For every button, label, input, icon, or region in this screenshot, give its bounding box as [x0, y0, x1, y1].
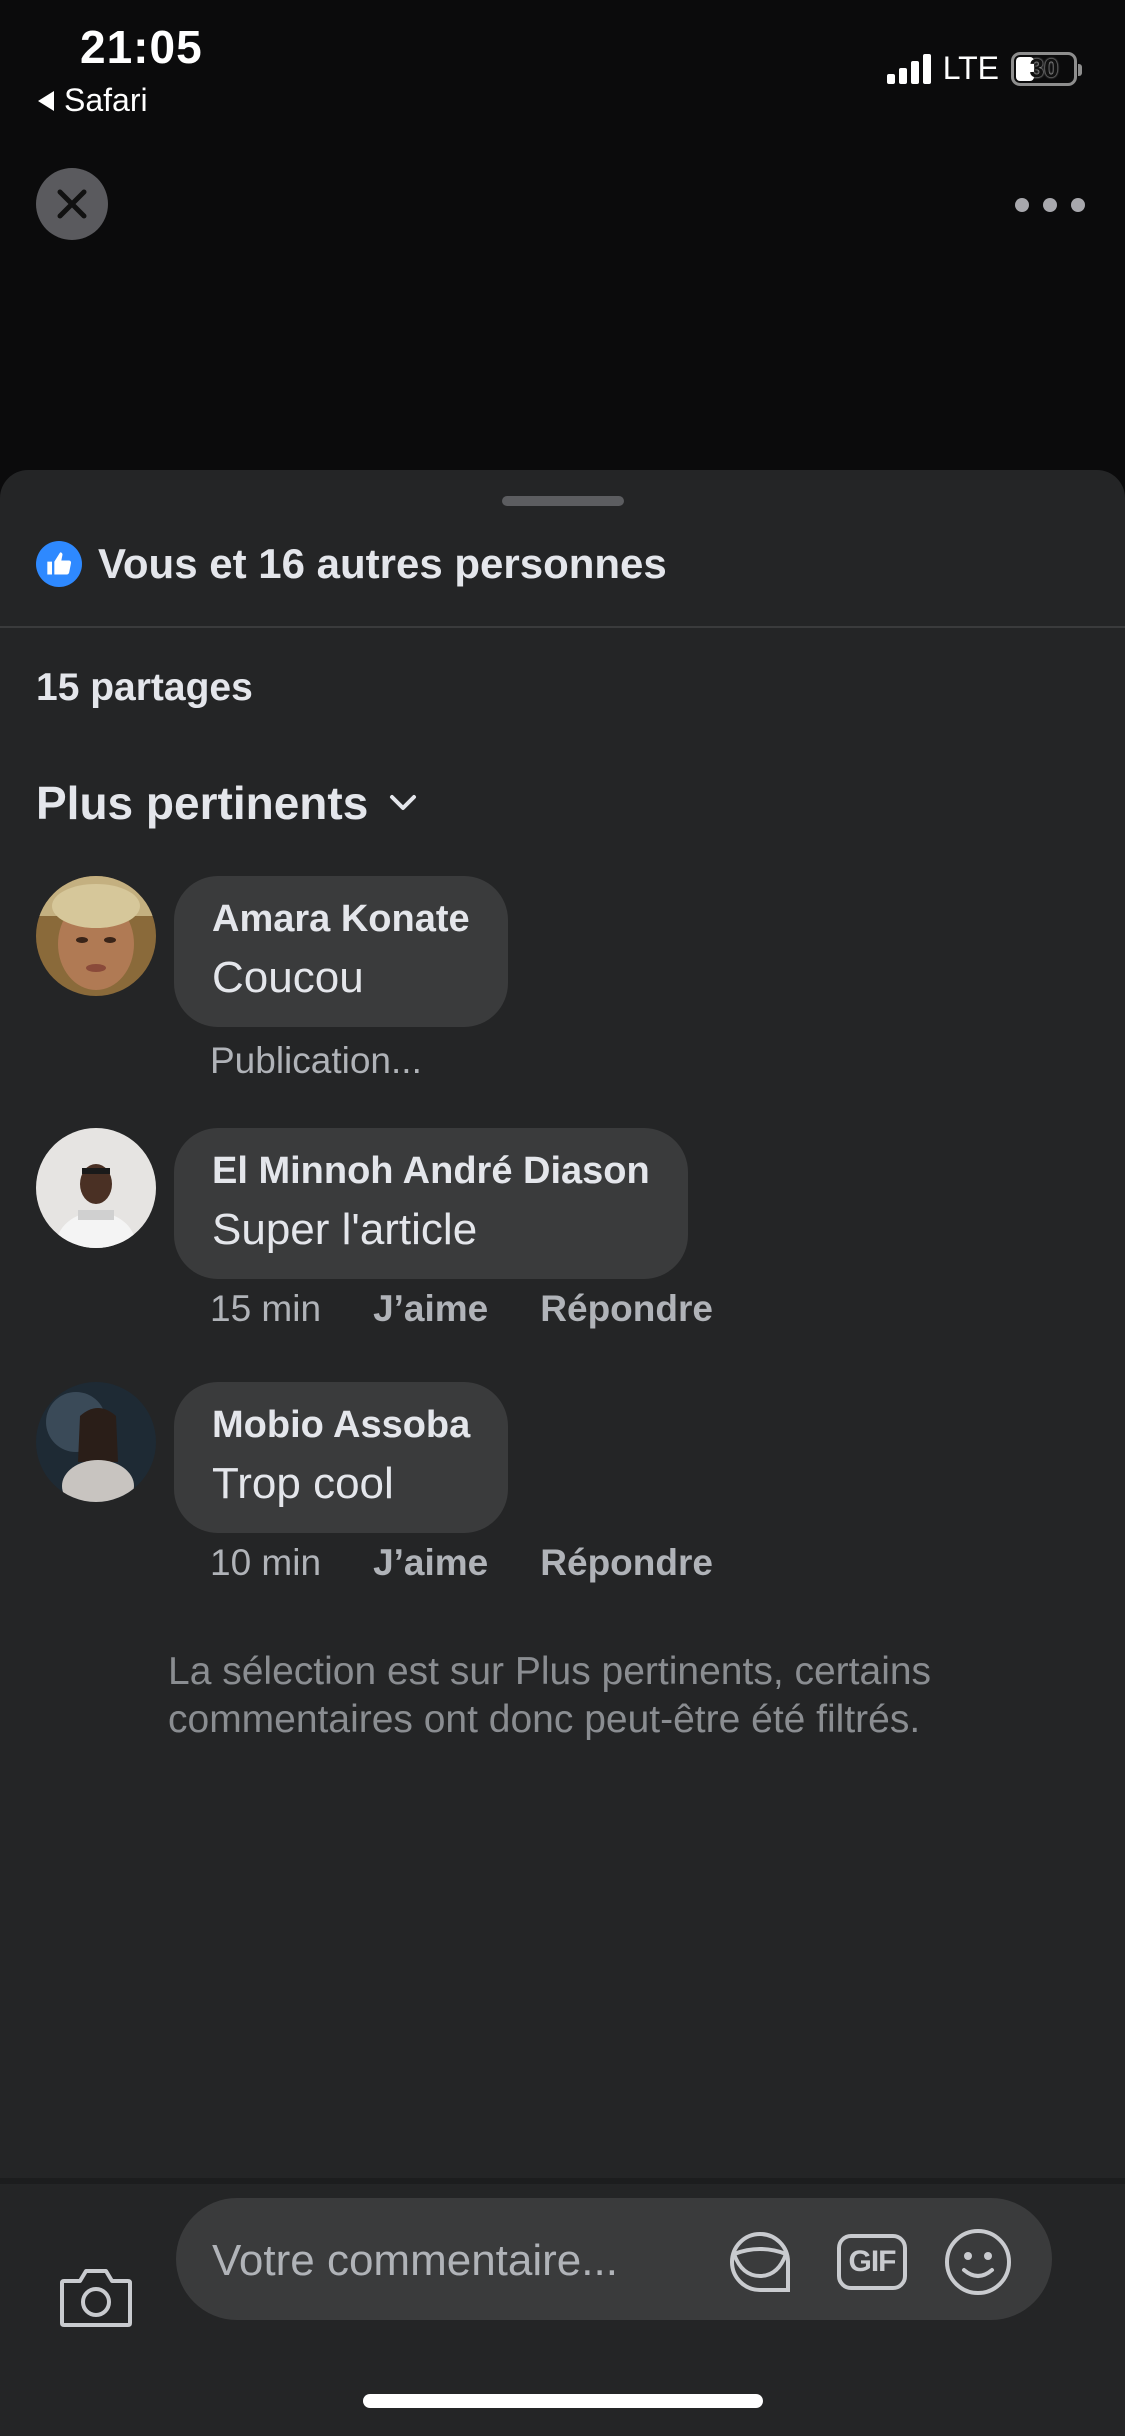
chevron-down-icon: [390, 795, 417, 810]
comment-bubble[interactable]: Mobio Assoba Trop cool: [174, 1382, 509, 1533]
sticker-icon: [729, 2232, 790, 2292]
reply-button[interactable]: Répondre: [540, 1542, 713, 1584]
reactions-summary[interactable]: Vous et 16 autres personnes: [36, 540, 667, 588]
comment-text: Coucou: [212, 953, 364, 1002]
more-horizontal-icon: [1015, 198, 1029, 212]
divider: [0, 626, 1125, 628]
sticker-button[interactable]: [722, 2224, 798, 2300]
comment-input[interactable]: Votre commentaire... GIF: [176, 2198, 1052, 2320]
back-to-safari-link[interactable]: Safari: [38, 82, 148, 119]
comment-placeholder: Votre commentaire...: [212, 2236, 618, 2285]
status-time: 21:05: [80, 21, 203, 73]
camera-button[interactable]: [56, 2258, 136, 2338]
like-icon: [36, 541, 82, 587]
comments-sheet: Vous et 16 autres personnes 15 partages …: [0, 470, 1125, 2436]
network-type: LTE: [942, 50, 999, 86]
back-arrow-icon: [38, 90, 54, 111]
like-comment-button[interactable]: J’aime: [373, 1542, 488, 1584]
comment-text: Super l'article: [212, 1205, 478, 1254]
battery-level: 30: [1029, 53, 1059, 83]
comment-text: Trop cool: [212, 1459, 394, 1508]
like-comment-button[interactable]: J’aime: [373, 1288, 488, 1330]
shares-count[interactable]: 15 partages: [36, 666, 253, 710]
avatar[interactable]: [36, 1382, 156, 1502]
comment-time: 10 min: [210, 1542, 322, 1583]
gif-button[interactable]: GIF: [834, 2224, 910, 2300]
emoji-icon: [945, 2229, 1011, 2295]
close-icon: [57, 189, 87, 219]
reply-button[interactable]: Répondre: [540, 1288, 713, 1330]
signal-icon: [886, 53, 931, 84]
comment-bubble[interactable]: Amara Konate Coucou: [174, 876, 508, 1027]
avatar[interactable]: [36, 876, 156, 996]
reactions-text: Vous et 16 autres personnes: [98, 540, 667, 587]
battery-icon: 30: [1011, 51, 1082, 86]
more-options-button[interactable]: [1015, 190, 1085, 220]
emoji-button[interactable]: [940, 2224, 1016, 2300]
comment-bubble[interactable]: El Minnoh André Diason Super l'article: [174, 1128, 688, 1279]
gif-label: GIF: [848, 2245, 897, 2278]
comment-author[interactable]: El Minnoh André Diason: [212, 1150, 650, 1193]
comment-meta: 10 min J’aime Répondre: [210, 1542, 713, 1584]
comment-status: Publication...: [210, 1040, 422, 1081]
close-button[interactable]: [36, 168, 108, 240]
gif-icon: GIF: [837, 2234, 907, 2290]
comment-meta: 15 min J’aime Répondre: [210, 1288, 713, 1330]
avatar[interactable]: [36, 1128, 156, 1248]
comment-author[interactable]: Mobio Assoba: [212, 1404, 470, 1447]
comment-time: 15 min: [210, 1288, 322, 1329]
status-indicators: LTE 30: [886, 50, 1082, 87]
comment-author[interactable]: Amara Konate: [212, 898, 470, 941]
back-label: Safari: [64, 82, 148, 118]
sheet-grabber[interactable]: [502, 496, 624, 506]
sort-label: Plus pertinents: [36, 777, 369, 829]
composer-divider: [0, 2178, 1125, 2184]
filter-notice: La sélection est sur Plus pertinents, ce…: [168, 1650, 932, 1741]
home-indicator[interactable]: [363, 2394, 763, 2408]
sort-dropdown[interactable]: Plus pertinents: [36, 776, 418, 830]
camera-icon: [60, 2269, 132, 2327]
comment-meta: Publication...: [210, 1040, 422, 1082]
